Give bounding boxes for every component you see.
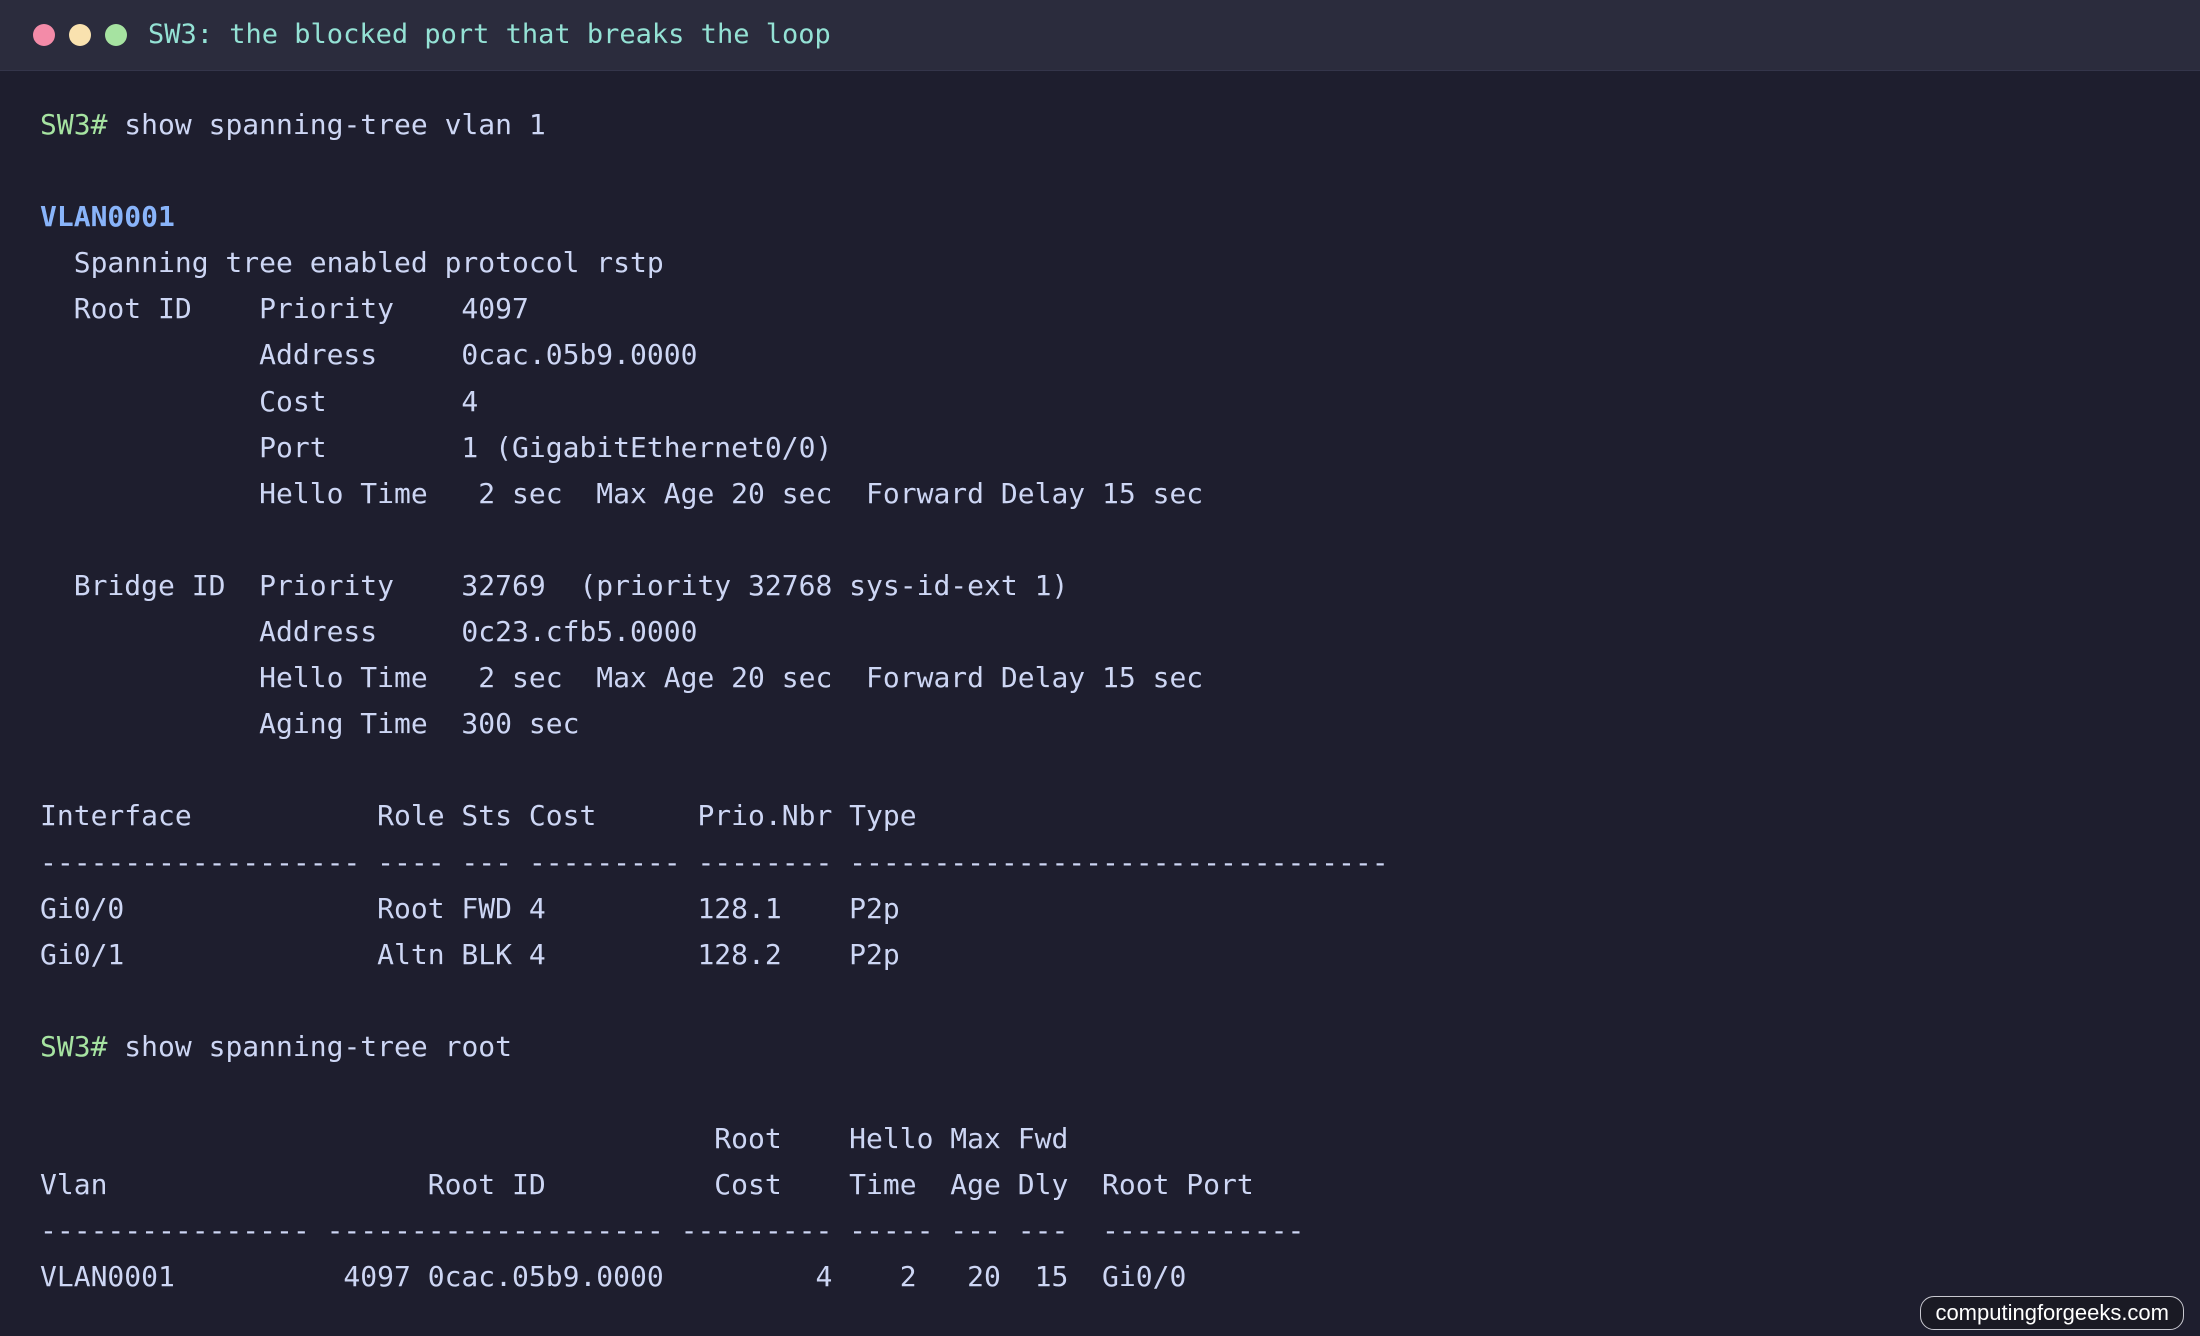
terminal-line: Root Hello Max Fwd <box>40 1116 2180 1162</box>
terminal-line: Bridge ID Priority 32769 (priority 32768… <box>40 563 2180 609</box>
line-text: Gi0/0 Root FWD 4 128.1 P2p <box>40 891 900 925</box>
terminal-line: Root ID Priority 4097 <box>40 286 2180 332</box>
terminal-line: Hello Time 2 sec Max Age 20 sec Forward … <box>40 471 2180 517</box>
terminal-line: Address 0cac.05b9.0000 <box>40 332 2180 378</box>
terminal-line: Gi0/0 Root FWD 4 128.1 P2p <box>40 886 2180 932</box>
line-text: Interface Role Sts Cost Prio.Nbr Type <box>40 799 917 833</box>
line-text: show spanning-tree vlan 1 <box>107 108 546 141</box>
site-watermark: computingforgeeks.com <box>1920 1296 2184 1330</box>
terminal-line: Interface Role Sts Cost Prio.Nbr Type <box>40 793 2180 839</box>
window-title: SW3: the blocked port that breaks the lo… <box>148 19 831 50</box>
line-text: Root ID Priority 4097 <box>40 292 529 326</box>
terminal-line: ------------------- ---- --- --------- -… <box>40 840 2180 886</box>
terminal-line: Cost 4 <box>40 379 2180 425</box>
line-text: show spanning-tree root <box>107 1029 513 1063</box>
terminal-line: Vlan Root ID Cost Time Age Dly Root Port <box>40 1162 2180 1208</box>
line-text: Cost 4 <box>40 384 479 418</box>
terminal-line: Gi0/1 Altn BLK 4 128.2 P2p <box>40 932 2180 978</box>
line-text: ------------------- ---- --- --------- -… <box>40 845 1389 879</box>
terminal-line: VLAN0001 4097 0cac.05b9.0000 4 2 20 15 G… <box>40 1254 2180 1300</box>
line-text: Gi0/1 Altn BLK 4 128.2 P2p <box>40 937 900 971</box>
terminal-line: Spanning tree enabled protocol rstp <box>40 240 2180 286</box>
line-text: Root Hello Max Fwd <box>40 1122 1069 1156</box>
line-text: ---------------- -------------------- --… <box>40 1214 1305 1248</box>
shell-prompt: SW3# <box>40 1029 108 1063</box>
window-titlebar: SW3: the blocked port that breaks the lo… <box>0 0 2200 71</box>
line-text: VLAN0001 4097 0cac.05b9.0000 4 2 20 15 G… <box>40 1260 1187 1294</box>
line-text: Vlan Root ID Cost Time Age Dly Root Port <box>40 1168 1254 1202</box>
maximize-window-button[interactable] <box>105 24 127 46</box>
line-text: Spanning tree enabled protocol rstp <box>40 246 664 280</box>
terminal-line: SW3# show spanning-tree vlan 1 <box>40 102 2180 148</box>
terminal-line: Address 0c23.cfb5.0000 <box>40 609 2180 655</box>
terminal-line: SW3# show spanning-tree root <box>40 1024 2180 1070</box>
close-window-button[interactable] <box>33 24 55 46</box>
terminal-line: Port 1 (GigabitEthernet0/0) <box>40 425 2180 471</box>
line-text: Bridge ID Priority 32769 (priority 32768… <box>40 568 1069 602</box>
terminal-line: VLAN0001 <box>40 194 2180 240</box>
line-text: Address 0c23.cfb5.0000 <box>40 615 698 649</box>
terminal-line: Hello Time 2 sec Max Age 20 sec Forward … <box>40 655 2180 701</box>
vlan-heading: VLAN0001 <box>40 200 175 234</box>
line-text: Hello Time 2 sec Max Age 20 sec Forward … <box>40 476 1204 510</box>
terminal-line: ---------------- -------------------- --… <box>40 1208 2180 1254</box>
line-text: Aging Time 300 sec <box>40 707 580 741</box>
line-text: Port 1 (GigabitEthernet0/0) <box>40 430 833 464</box>
terminal-output[interactable]: SW3# show spanning-tree vlan 1 VLAN0001 S… <box>40 102 2180 1300</box>
terminal-line: Aging Time 300 sec <box>40 701 2180 747</box>
minimize-window-button[interactable] <box>69 24 91 46</box>
line-text: Hello Time 2 sec Max Age 20 sec Forward … <box>40 661 1204 695</box>
shell-prompt: SW3# <box>40 108 108 141</box>
line-text: Address 0cac.05b9.0000 <box>40 338 698 372</box>
